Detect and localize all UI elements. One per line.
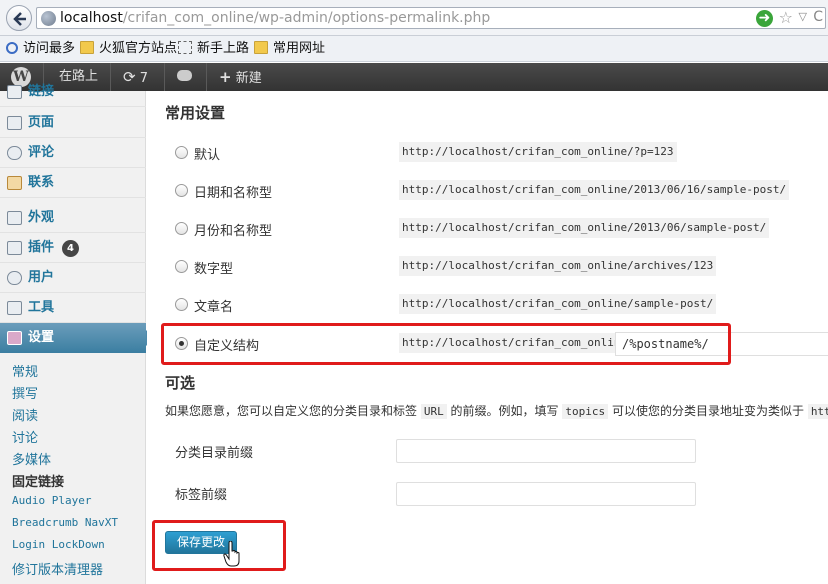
highlight-save-button — [152, 520, 286, 571]
bookmarks-bar: 访问最多 火狐官方站点 新手上路 常用网址 — [0, 36, 828, 62]
submenu-login-lockdown[interactable]: Login LockDown — [12, 538, 105, 551]
submenu-permalinks[interactable]: 固定链接 — [12, 471, 64, 490]
arrow-left-icon — [13, 12, 26, 26]
optional-description: 如果您愿意，您可以自定义您的分类目录和标签 URL 的前缀。例如，填写 topi… — [165, 402, 828, 419]
bookmark-common-sites[interactable]: 常用网址 — [254, 40, 325, 58]
tag-base-label: 标签前缀 — [175, 488, 228, 503]
option-post-name[interactable]: 文章名 http://localhost/crifan_com_online/s… — [175, 293, 825, 317]
tools-icon — [7, 301, 22, 315]
magnifier-icon — [6, 42, 18, 54]
menu-links[interactable]: 链接 — [0, 77, 146, 107]
submenu-audio-player[interactable]: Audio Player — [12, 494, 91, 507]
plugin-icon — [7, 241, 22, 255]
option-default[interactable]: 默认 http://localhost/crifan_com_online/?p… — [175, 141, 825, 165]
submenu-media[interactable]: 多媒体 — [12, 449, 51, 468]
radio-numeric[interactable] — [175, 260, 188, 273]
radio-day-name[interactable] — [175, 184, 188, 197]
menu-users[interactable]: 用户 — [0, 263, 146, 293]
optional-title: 可选 — [165, 374, 196, 392]
radio-month-name[interactable] — [175, 222, 188, 235]
submenu-reading[interactable]: 阅读 — [12, 405, 38, 424]
common-settings-title: 常用设置 — [165, 104, 226, 122]
menu-appearance[interactable]: 外观 — [0, 203, 146, 233]
option-month-name[interactable]: 月份和名称型 http://localhost/crifan_com_onlin… — [175, 217, 825, 241]
new-content-link[interactable]: + 新建 — [219, 63, 262, 91]
link-icon — [7, 85, 22, 99]
address-bar[interactable]: localhost/crifan_com_online/wp-admin/opt… — [36, 7, 826, 29]
menu-settings[interactable]: 设置 — [0, 323, 154, 353]
contact-icon — [7, 176, 22, 190]
option-day-name[interactable]: 日期和名称型 http://localhost/crifan_com_onlin… — [175, 179, 825, 203]
appearance-icon — [7, 211, 22, 225]
submenu-revision-cleaner[interactable]: 修订版本清理器 — [12, 559, 103, 578]
comments-link[interactable] — [177, 63, 192, 91]
main-content: 常用设置 默认 http://localhost/crifan_com_onli… — [147, 91, 828, 584]
menu-plugins[interactable]: 插件 4 — [0, 233, 146, 263]
admin-sidebar: 链接 页面 评论 联系 外观 插件 4 用户 工具 设置 常规 撰写 阅读 讨论 … — [0, 84, 154, 584]
settings-icon — [7, 331, 22, 345]
tag-base-input[interactable] — [396, 482, 696, 506]
star-icon[interactable]: ☆ — [779, 8, 793, 27]
go-arrow-icon[interactable]: ➜ — [756, 10, 773, 27]
folder-icon — [80, 41, 94, 54]
bookmark-getting-started[interactable]: 新手上路 — [178, 40, 249, 58]
option-numeric[interactable]: 数字型 http://localhost/crifan_com_online/a… — [175, 255, 825, 279]
category-base-input[interactable] — [396, 439, 696, 463]
browser-toolbar: localhost/crifan_com_online/wp-admin/opt… — [0, 0, 828, 36]
highlight-custom-structure — [161, 323, 731, 365]
menu-comments[interactable]: 评论 — [0, 138, 146, 168]
comments-icon — [7, 146, 22, 160]
submenu-general[interactable]: 常规 — [12, 361, 38, 380]
url-text: localhost/crifan_com_online/wp-admin/opt… — [60, 10, 491, 26]
page-icon — [178, 41, 192, 54]
users-icon — [7, 271, 22, 285]
submenu-discussion[interactable]: 讨论 — [12, 427, 38, 446]
plugin-update-badge: 4 — [62, 240, 79, 257]
menu-tools[interactable]: 工具 — [0, 293, 146, 323]
pages-icon — [7, 116, 22, 130]
hand-cursor-icon — [223, 541, 240, 567]
globe-icon — [41, 11, 56, 26]
dropdown-arrow-icon[interactable]: ▽ — [799, 10, 807, 23]
bookmark-most-visited[interactable]: 访问最多 — [6, 40, 75, 58]
bookmark-firefox-site[interactable]: 火狐官方站点 — [80, 40, 177, 58]
submenu-writing[interactable]: 撰写 — [12, 383, 38, 402]
submenu-breadcrumb-navxt[interactable]: Breadcrumb NavXT — [12, 516, 118, 529]
comment-bubble-icon — [177, 70, 192, 81]
folder-icon — [254, 41, 268, 54]
refresh-icon[interactable]: C — [813, 9, 823, 25]
back-button[interactable] — [6, 5, 32, 31]
menu-pages[interactable]: 页面 — [0, 108, 146, 138]
plus-icon: + — [219, 68, 232, 86]
radio-default[interactable] — [175, 146, 188, 159]
menu-contact[interactable]: 联系 — [0, 168, 146, 198]
radio-post-name[interactable] — [175, 298, 188, 311]
category-base-label: 分类目录前缀 — [175, 446, 254, 461]
